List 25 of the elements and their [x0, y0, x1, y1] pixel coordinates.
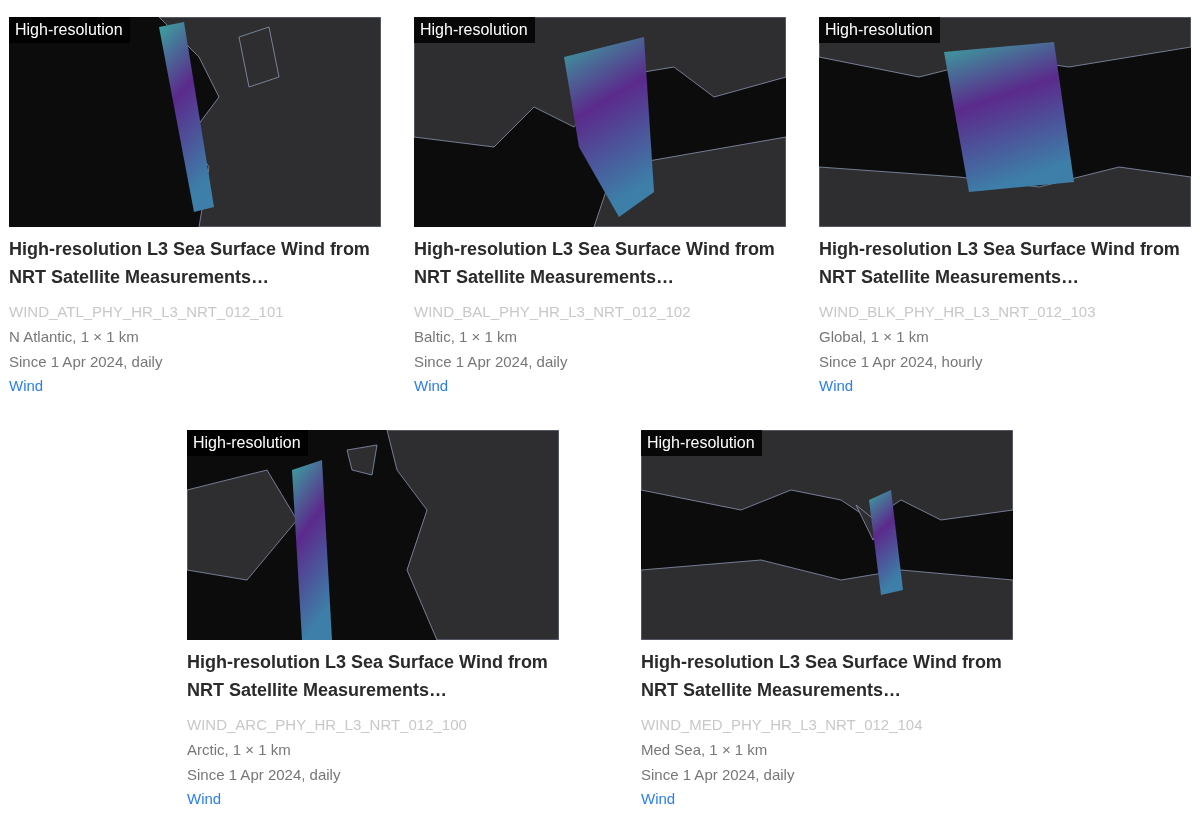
- badge: High-resolution: [641, 430, 762, 456]
- card-title[interactable]: High-resolution L3 Sea Surface Wind from NRT Satellite Measurements…: [819, 235, 1191, 291]
- coverage-text: Med Sea, 1 × 1 km: [641, 740, 769, 760]
- card-title[interactable]: High-resolution L3 Sea Surface Wind from NRT Satellite Measurements…: [187, 648, 559, 704]
- tag-link[interactable]: Wind: [414, 374, 449, 398]
- coverage-text: N Atlantic, 1 × 1 km: [9, 327, 140, 347]
- period-text: Since 1 Apr 2024, daily: [414, 352, 569, 372]
- badge: High-resolution: [414, 17, 535, 43]
- tag-link[interactable]: Wind: [641, 787, 676, 811]
- period-text: Since 1 Apr 2024, daily: [9, 352, 164, 372]
- period-text: Since 1 Apr 2024, daily: [641, 765, 796, 785]
- card-title[interactable]: High-resolution L3 Sea Surface Wind from NRT Satellite Measurements…: [414, 235, 786, 291]
- card-title[interactable]: High-resolution L3 Sea Surface Wind from NRT Satellite Measurements…: [9, 235, 381, 291]
- badge: High-resolution: [9, 17, 130, 43]
- badge: High-resolution: [819, 17, 940, 43]
- tag-link[interactable]: Wind: [819, 374, 854, 398]
- period-text: Since 1 Apr 2024, hourly: [819, 352, 984, 372]
- card-title[interactable]: High-resolution L3 Sea Surface Wind from NRT Satellite Measurements…: [641, 648, 1013, 704]
- coverage-text: Arctic, 1 × 1 km: [187, 740, 292, 760]
- coverage-text: Global, 1 × 1 km: [819, 327, 930, 347]
- badge: High-resolution: [187, 430, 308, 456]
- period-text: Since 1 Apr 2024, daily: [187, 765, 342, 785]
- coverage-text: Baltic, 1 × 1 km: [414, 327, 518, 347]
- tag-link[interactable]: Wind: [9, 374, 44, 398]
- tag-link[interactable]: Wind: [187, 787, 222, 811]
